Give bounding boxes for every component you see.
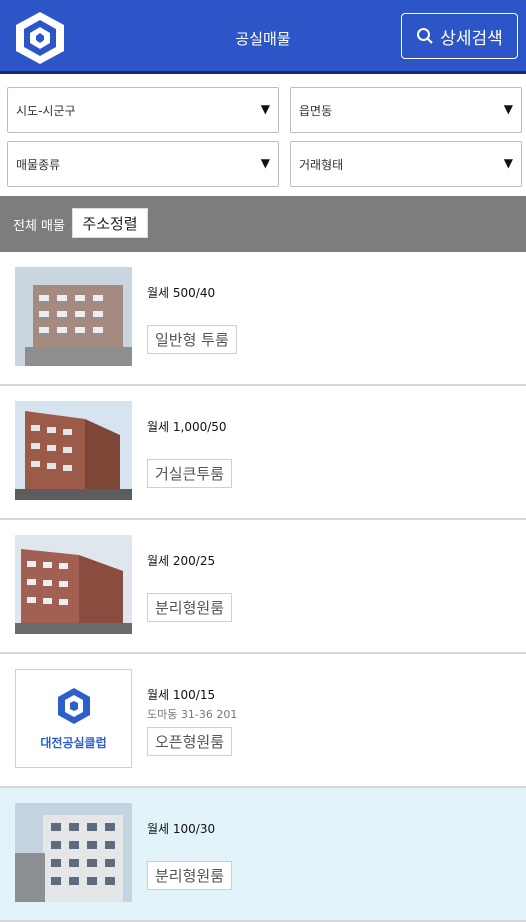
listing-room-type: 거실큰투룸 — [147, 459, 233, 488]
brand-logo-text: 대전공실클럽 — [40, 736, 107, 750]
deal-type-select-label: 거래형태 — [299, 157, 344, 172]
listing-item[interactable]: 월세 500/40 일반형 투룸 — [0, 252, 526, 386]
address-sort-button[interactable]: 주소정렬 — [72, 208, 148, 238]
app-header: 공실매물 상세검색 — [0, 0, 526, 74]
listing-room-type: 분리형원룸 — [147, 593, 233, 622]
listing-price: 월세 1,000/50 — [147, 420, 227, 434]
dropdown-arrow-icon: ▼ — [260, 156, 270, 170]
sort-bar: 전체 매물 주소정렬 — [0, 196, 526, 252]
deal-type-select[interactable]: 거래형태 ▼ — [290, 141, 522, 187]
building-photo — [15, 535, 132, 634]
all-listings-label: 전체 매물 — [13, 219, 65, 234]
listing-item[interactable]: 월세 100/30 분리형원룸 — [0, 788, 526, 922]
listing-room-type: 분리형원룸 — [147, 861, 233, 890]
search-icon — [417, 28, 433, 44]
dropdown-arrow-icon: ▼ — [260, 102, 270, 116]
listing-price: 월세 200/25 — [147, 554, 216, 568]
brand-logo: 대전공실클럽 — [15, 669, 132, 768]
listing-room-type: 오픈형원룸 — [147, 727, 233, 756]
brand-logo-icon — [58, 688, 90, 724]
property-type-select[interactable]: 매물종류 ▼ — [7, 141, 279, 187]
listing-item[interactable]: 월세 200/25 분리형원룸 — [0, 520, 526, 654]
listing-address: 도마동 31-36 201 — [147, 708, 238, 721]
region-select-label: 시도-시군구 — [16, 103, 76, 118]
listing-price: 월세 100/15 — [147, 688, 216, 702]
listing-price: 월세 100/30 — [147, 822, 216, 836]
listing-list: 월세 500/40 일반형 투룸 월세 1,000/50 거실큰투룸 월세 20… — [0, 252, 526, 922]
property-type-select-label: 매물종류 — [16, 157, 61, 172]
town-select[interactable]: 읍면동 ▼ — [290, 87, 522, 133]
filter-panel: 시도-시군구 ▼ 읍면동 ▼ 매물종류 ▼ 거래형태 ▼ — [0, 77, 526, 195]
building-photo — [15, 401, 132, 500]
listing-room-type: 일반형 투룸 — [147, 325, 237, 354]
building-photo — [15, 267, 132, 366]
region-select[interactable]: 시도-시군구 ▼ — [7, 87, 279, 133]
detail-search-button[interactable]: 상세검색 — [401, 13, 518, 59]
dropdown-arrow-icon: ▼ — [503, 156, 513, 170]
listing-item[interactable]: 대전공실클럽 월세 100/15 도마동 31-36 201 오픈형원룸 — [0, 654, 526, 788]
listing-item[interactable]: 월세 1,000/50 거실큰투룸 — [0, 386, 526, 520]
listing-price: 월세 500/40 — [147, 286, 216, 300]
detail-search-label: 상세검색 — [440, 28, 503, 49]
building-photo — [15, 803, 132, 902]
dropdown-arrow-icon: ▼ — [503, 102, 513, 116]
town-select-label: 읍면동 — [299, 103, 333, 118]
